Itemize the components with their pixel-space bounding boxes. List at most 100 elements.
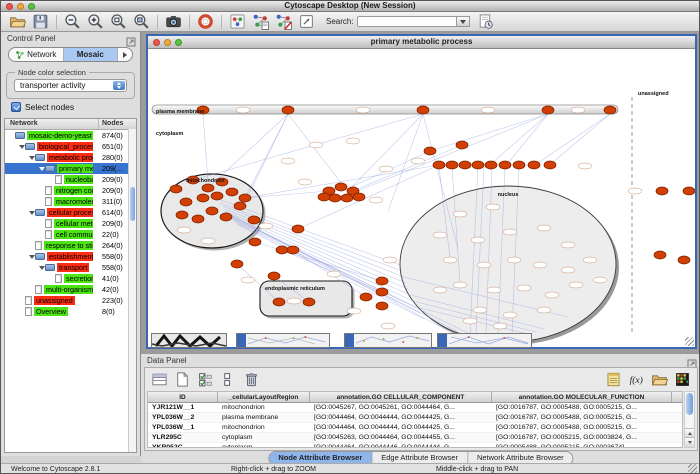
network-node[interactable] (376, 288, 388, 296)
network-node[interactable] (211, 192, 223, 200)
unselect-attrs-icon[interactable] (220, 371, 237, 388)
network-edge[interactable] (430, 114, 548, 151)
network-node[interactable] (292, 225, 304, 233)
network-node[interactable] (683, 187, 695, 195)
network-window-titlebar[interactable]: primary metabolic process (148, 36, 695, 49)
network-node[interactable] (329, 194, 341, 202)
network-node[interactable] (220, 213, 232, 221)
network-node[interactable] (472, 161, 484, 169)
new-attr-icon[interactable] (174, 371, 191, 388)
table-column-header[interactable]: annotation.GO CELLULAR_COMPONENT (310, 392, 492, 402)
tree-row-biological-process[interactable]: biological_process651(0) (5, 141, 136, 152)
table-column-header[interactable] (672, 392, 682, 402)
tree-row-establishment-of-lo[interactable]: establishment of lo558(0) (5, 251, 136, 262)
tree-row-multi-organism-pro[interactable]: multi-organism pro42(0) (5, 284, 136, 295)
table-column-header[interactable]: annotation.GO MOLECULAR_FUNCTION (492, 392, 672, 402)
table-row[interactable]: YLR295Ccytoplasm[GO:0045263, GO:0044464,… (148, 433, 682, 443)
network-node[interactable] (656, 187, 668, 195)
network-node[interactable] (239, 194, 251, 202)
zoom-button[interactable] (28, 3, 35, 10)
zoom-button[interactable] (175, 39, 182, 46)
tree-row-nitrogen-compo[interactable]: nitrogen compo209(0) (5, 185, 136, 196)
network-edge[interactable] (353, 145, 462, 191)
tree-row-macromolecule[interactable]: macromolecule311(0) (5, 196, 136, 207)
table-scrollbar[interactable] (684, 391, 695, 448)
network-node[interactable] (303, 298, 315, 306)
float-window-icon[interactable] (687, 356, 697, 366)
network-node[interactable] (678, 256, 690, 264)
network-node[interactable] (376, 277, 388, 285)
network-edge[interactable] (552, 114, 610, 163)
minimize-button[interactable] (17, 3, 24, 10)
tree-row-cellular-process[interactable]: cellular process614(0) (5, 207, 136, 218)
scroll-down-button[interactable] (685, 437, 694, 447)
resize-grip-icon[interactable] (685, 337, 694, 346)
network-node[interactable] (318, 193, 330, 201)
network-edge[interactable] (208, 114, 288, 188)
disclosure-triangle-icon[interactable] (28, 211, 35, 215)
zoom-out-icon[interactable] (64, 13, 81, 30)
delete-attr-icon[interactable] (243, 371, 260, 388)
tree-row-mosaic-demo-yeast[interactable]: mosaic-demo-yeast874(0) (5, 130, 136, 141)
open-session-icon[interactable] (9, 13, 26, 30)
select-nodes-checkbox[interactable] (11, 102, 21, 112)
network-node[interactable] (542, 106, 554, 114)
network-edge[interactable] (355, 114, 548, 192)
network-node[interactable] (176, 211, 188, 219)
tree-row-secretion[interactable]: secretion41(0) (5, 273, 136, 284)
network-node[interactable] (353, 193, 365, 201)
zoom-in-icon[interactable] (87, 13, 104, 30)
network-view-window[interactable]: primary metabolic process plasma membran… (146, 34, 697, 349)
network-edge[interactable] (245, 165, 439, 198)
network-node[interactable] (234, 202, 246, 210)
network-node[interactable] (249, 238, 261, 246)
tree-column-nodes[interactable]: Nodes (102, 119, 123, 129)
network-node[interactable] (268, 272, 280, 280)
network-node[interactable] (544, 161, 556, 169)
disclosure-triangle-icon[interactable] (38, 167, 45, 171)
network-node[interactable] (226, 188, 238, 196)
tree-row-metabolic-process[interactable]: metabolic process280(0) (5, 152, 136, 163)
network-node[interactable] (248, 216, 260, 224)
network-node[interactable] (528, 161, 540, 169)
network-node[interactable] (376, 302, 388, 310)
import-attrs-icon[interactable] (651, 371, 668, 388)
resize-grip-icon[interactable] (688, 464, 697, 473)
table-row[interactable]: YPL036W__2plasma membrane[GO:0044464, GO… (148, 413, 682, 423)
tree-row-overview[interactable]: Overview8(0) (5, 306, 136, 317)
network-node[interactable] (335, 183, 347, 191)
network-node[interactable] (180, 198, 192, 206)
float-window-icon[interactable] (126, 34, 136, 44)
table-column-header[interactable]: _cellularLayoutRegion (218, 392, 310, 402)
network-canvas[interactable]: plasma membranecytoplasmmitochondrionnuc… (148, 49, 695, 347)
annotation-icon[interactable] (298, 13, 315, 30)
tree-row-nucleobase-[interactable]: nucleobase-209(0) (5, 174, 136, 185)
tree-scrollbar[interactable] (128, 129, 136, 452)
tab-network[interactable]: Network (9, 48, 64, 61)
search-input[interactable] (357, 16, 457, 27)
tab-mosaic[interactable]: Mosaic (64, 48, 119, 61)
network-edge[interactable] (492, 114, 548, 163)
window-titlebar[interactable]: Cytoscape Desktop (New Session) (1, 1, 699, 12)
network-node[interactable] (282, 106, 294, 114)
tree-row-cell-communicat[interactable]: cell communicat22(0) (5, 229, 136, 240)
network-node[interactable] (341, 194, 353, 202)
minimized-network-thumbnail[interactable] (151, 333, 227, 348)
network-node[interactable] (459, 161, 471, 169)
network-node[interactable] (499, 161, 511, 169)
disclosure-triangle-icon[interactable] (38, 266, 45, 270)
tree-row-cellular-metabol[interactable]: cellular metabol209(0) (5, 218, 136, 229)
network-edge[interactable] (203, 114, 208, 182)
network-node[interactable] (287, 246, 299, 254)
table-column-header[interactable]: ID (148, 392, 218, 402)
network-node[interactable] (604, 106, 616, 114)
table-row[interactable]: YPL036W__1mitochondrion[GO:0044464, GO:0… (148, 423, 682, 433)
network-node[interactable] (276, 246, 288, 254)
heatmap-icon[interactable] (674, 371, 691, 388)
tree-column-network[interactable]: Network (10, 119, 38, 129)
tree-scrollbar-thumb[interactable] (130, 187, 135, 221)
attr-matrix-icon[interactable] (151, 371, 168, 388)
network-node[interactable] (654, 251, 666, 259)
close-button[interactable] (153, 39, 160, 46)
function-builder-icon[interactable]: f(x) (628, 371, 645, 388)
